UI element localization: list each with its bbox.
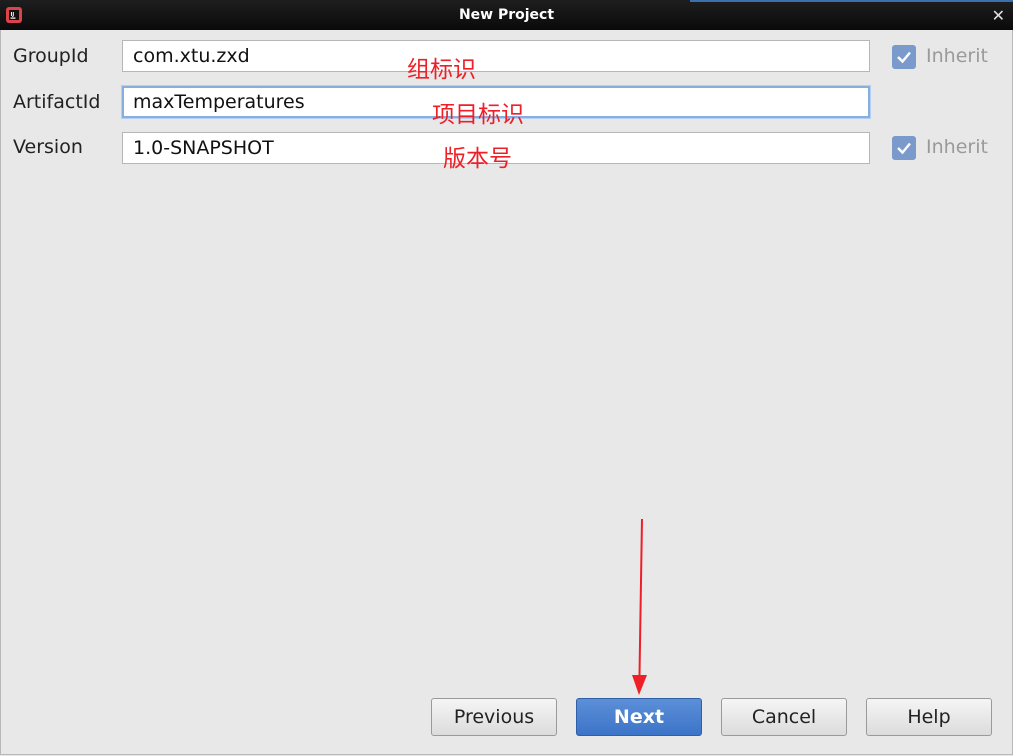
groupid-label: GroupId xyxy=(13,45,89,67)
artifact-annotation: 项目标识 xyxy=(432,102,524,128)
title-bar: IJ New Project ✕ xyxy=(0,0,1013,30)
window-title: New Project xyxy=(458,7,555,23)
next-button[interactable]: Next xyxy=(576,698,702,736)
title-bar-accent xyxy=(690,0,1013,2)
version-annotation: 版本号 xyxy=(443,146,512,172)
version-inherit-label: Inherit xyxy=(926,136,988,158)
red-arrow-annotation xyxy=(632,518,647,695)
groupid-field[interactable]: com.xtu.zxd xyxy=(122,40,870,72)
previous-button[interactable]: Previous xyxy=(431,698,557,736)
groupid-inherit-checkbox[interactable] xyxy=(892,45,916,69)
close-icon[interactable]: ✕ xyxy=(992,6,1005,25)
version-label: Version xyxy=(13,136,83,158)
cancel-button[interactable]: Cancel xyxy=(721,698,847,736)
group-annotation: 组标识 xyxy=(407,57,476,83)
artifactid-label: ArtifactId xyxy=(13,91,101,113)
help-button[interactable]: Help xyxy=(866,698,992,736)
check-icon xyxy=(897,51,911,64)
check-icon xyxy=(897,142,911,155)
groupid-inherit-label: Inherit xyxy=(926,45,988,67)
version-inherit-checkbox[interactable] xyxy=(892,136,916,160)
